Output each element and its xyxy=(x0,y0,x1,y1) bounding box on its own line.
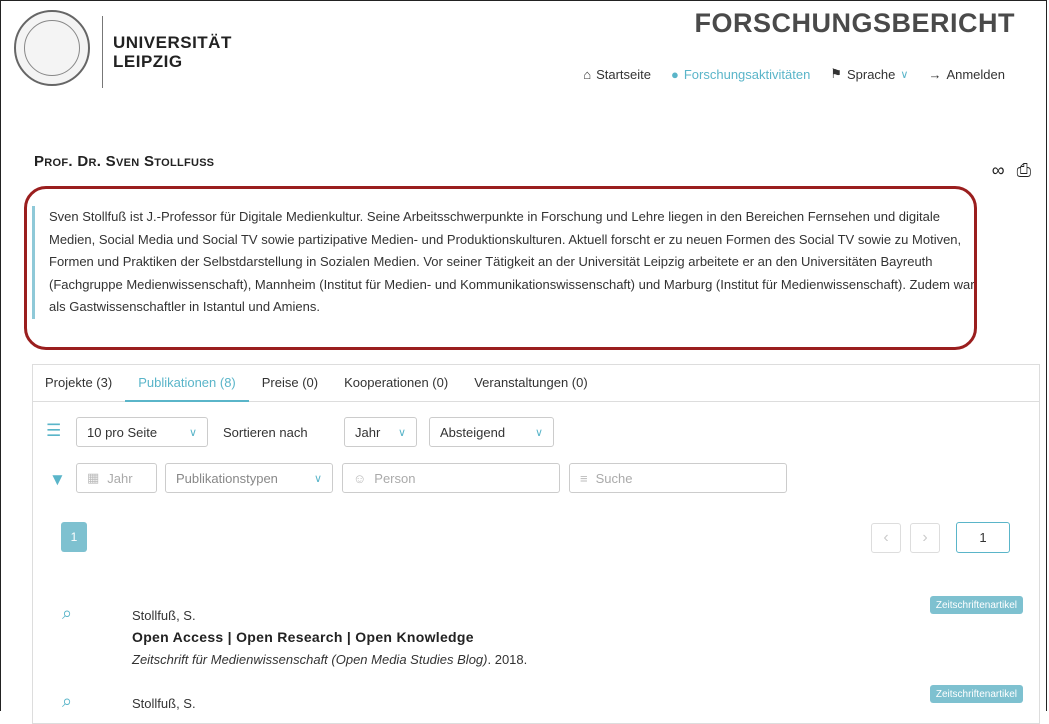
person-filter-input[interactable]: ☺ Person xyxy=(342,463,560,493)
person-title: Prof. Dr. Sven Stollfuß xyxy=(34,153,215,170)
nav-startseite[interactable]: ⌂ Startseite xyxy=(583,66,651,82)
tab-veranstaltungen[interactable]: Veranstaltungen (0) xyxy=(461,364,600,402)
sign-in-icon: → xyxy=(928,66,942,82)
person-filter-placeholder: Person xyxy=(374,470,416,486)
logo-divider xyxy=(102,16,103,88)
chevron-down-icon: ∨ xyxy=(188,426,197,439)
search-icon[interactable]: ⌕ xyxy=(62,603,72,624)
publication-type-badge: Zeitschriftenartikel xyxy=(929,596,1023,614)
per-page-value: 10 pro Seite xyxy=(87,424,158,440)
search-input[interactable]: ≡ Suche xyxy=(569,463,787,493)
sort-order-select[interactable]: Absteigend ∨ xyxy=(429,417,554,447)
site-title: FORSCHUNGSBERICHT xyxy=(694,8,1015,38)
main-nav: ⌂ Startseite ● Forschungsaktivitäten ⚑ S… xyxy=(583,66,1005,82)
chevron-left-icon: ‹ xyxy=(883,529,889,546)
sort-order-value: Absteigend xyxy=(440,424,506,440)
link-icon[interactable]: ∞ xyxy=(992,160,1005,181)
publication-source: Zeitschrift für Medienwissenschaft (Open… xyxy=(132,652,527,667)
chevron-down-icon: ∨ xyxy=(397,426,406,439)
bio-highlight-annotation xyxy=(24,186,977,350)
chevron-right-icon: › xyxy=(922,529,928,546)
nav-forschungsaktivitaeten[interactable]: ● Forschungsaktivitäten xyxy=(671,66,810,82)
university-name[interactable]: UNIVERSITÄT LEIPZIG xyxy=(113,33,232,71)
publication-title[interactable]: Open Access | Open Research | Open Knowl… xyxy=(132,629,474,645)
tab-publikationen[interactable]: Publikationen (8) xyxy=(125,364,249,402)
next-page-button[interactable]: › xyxy=(910,523,940,553)
person-icon: ☺ xyxy=(353,470,367,486)
publication-journal: Zeitschrift für Medienwissenschaft (Open… xyxy=(132,652,488,667)
search-icon[interactable]: ⌕ xyxy=(62,691,72,712)
publication-author: Stollfuß, S. xyxy=(132,608,196,623)
publication-type-badge: Zeitschriftenartikel xyxy=(929,685,1023,703)
pubtype-filter-select[interactable]: Publikationstypen ∨ xyxy=(165,463,333,493)
text-lines-icon: ≡ xyxy=(580,470,588,486)
per-page-select[interactable]: 10 pro Seite ∨ xyxy=(76,417,208,447)
sort-field-select[interactable]: Jahr ∨ xyxy=(344,417,417,447)
publication-year: . 2018. xyxy=(487,652,528,667)
university-seal-logo[interactable] xyxy=(14,10,90,86)
calendar-icon: ▦ xyxy=(87,470,100,485)
university-name-line2: LEIPZIG xyxy=(113,52,183,71)
page-button-current[interactable]: 1 xyxy=(61,522,87,552)
list-icon: ☰ xyxy=(46,421,62,440)
nav-anmelden[interactable]: → Anmelden xyxy=(928,66,1005,82)
filter-icon: ▼ xyxy=(49,470,66,489)
search-placeholder: Suche xyxy=(595,470,633,486)
prev-page-button[interactable]: ‹ xyxy=(871,523,901,553)
university-name-line1: UNIVERSITÄT xyxy=(113,33,232,52)
chevron-down-icon: ∨ xyxy=(313,472,322,485)
chevron-down-icon: ∨ xyxy=(534,426,543,439)
flag-icon: ⚑ xyxy=(830,66,842,81)
nav-sprache[interactable]: ⚑ Sprache ∨ xyxy=(830,66,908,82)
print-icon[interactable]: ⎙ xyxy=(1017,160,1031,181)
nav-anmelden-label: Anmelden xyxy=(946,66,1005,82)
publication-author: Stollfuß, S. xyxy=(132,696,196,711)
tab-kooperationen[interactable]: Kooperationen (0) xyxy=(331,364,461,402)
page-number-input[interactable]: 1 xyxy=(956,522,1010,553)
nav-startseite-label: Startseite xyxy=(596,66,651,82)
sort-label: Sortieren nach xyxy=(223,425,308,440)
chevron-down-icon: ∨ xyxy=(900,68,909,81)
tab-preise[interactable]: Preise (0) xyxy=(249,364,331,402)
tab-projekte[interactable]: Projekte (3) xyxy=(32,364,125,402)
page-tools: ∞ ⎙ xyxy=(992,160,1031,181)
year-filter-placeholder: Jahr xyxy=(107,470,133,486)
globe-icon: ● xyxy=(671,66,679,82)
nav-sprache-label: Sprache xyxy=(846,66,896,82)
pubtype-filter-placeholder: Publikationstypen xyxy=(176,470,278,486)
tab-bar: Projekte (3) Publikationen (8) Preise (0… xyxy=(32,364,1040,402)
home-icon: ⌂ xyxy=(583,66,592,82)
sort-field-value: Jahr xyxy=(355,424,381,440)
nav-forschungsaktivitaeten-label: Forschungsaktivitäten xyxy=(683,66,811,82)
year-filter-input[interactable]: ▦ Jahr xyxy=(76,463,157,493)
